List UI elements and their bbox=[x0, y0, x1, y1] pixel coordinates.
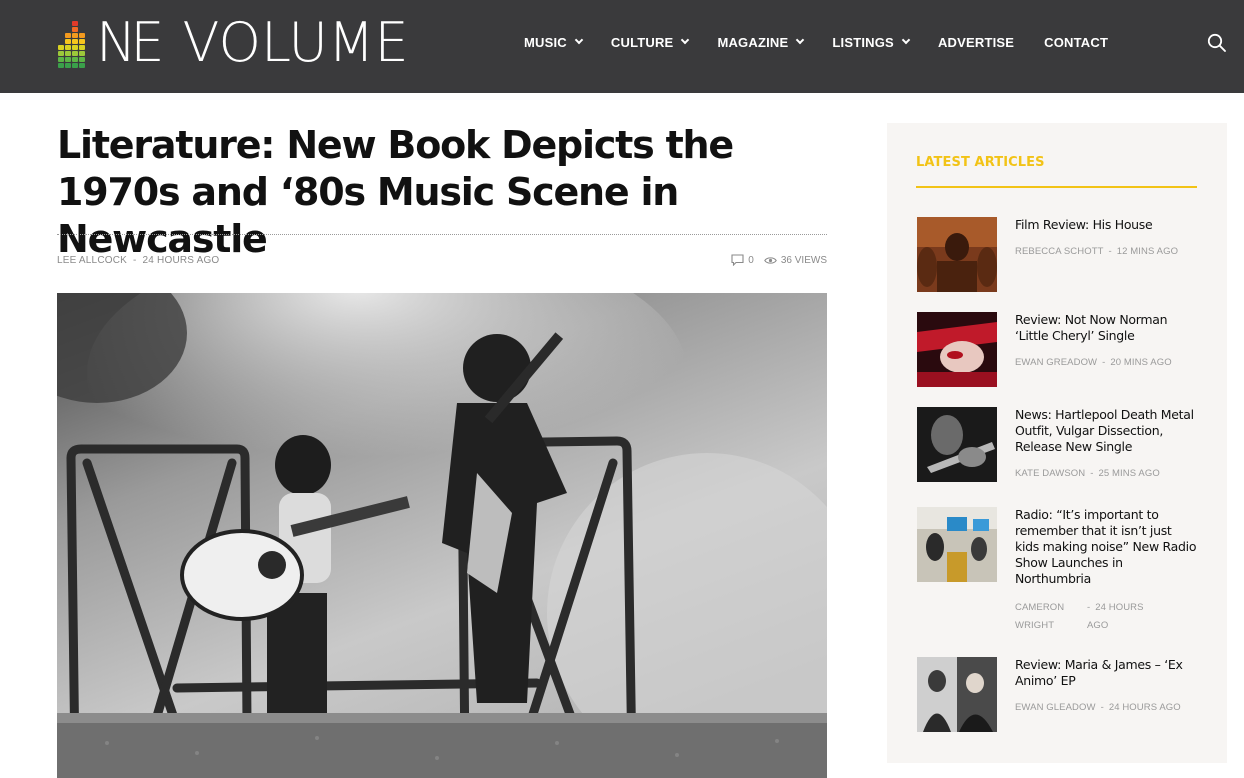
article-thumbnail[interactable] bbox=[917, 217, 997, 292]
meta-separator: - bbox=[1090, 468, 1094, 479]
search-icon[interactable] bbox=[1207, 33, 1227, 53]
article-thumbnail[interactable] bbox=[917, 407, 997, 482]
publish-date: 24 HOURS AGO bbox=[142, 255, 220, 266]
sidebar-article-time: 20 MINS AGO bbox=[1110, 357, 1172, 368]
nav-item-advertise[interactable]: ADVERTISE bbox=[938, 33, 1014, 51]
sidebar-article-title[interactable]: Review: Not Now Norman ‘Little Cheryl’ S… bbox=[1015, 312, 1199, 344]
article-title: Literature: New Book Depicts the 1970s a… bbox=[57, 123, 734, 261]
logo-volume-text: VOLUME bbox=[182, 11, 409, 74]
nav-item-label: ADVERTISE bbox=[937, 34, 1015, 50]
comment-icon[interactable] bbox=[731, 254, 744, 266]
latest-articles-heading: LATEST ARTICLES bbox=[916, 155, 1045, 170]
sidebar-article-title[interactable]: Review: Maria & James – ‘Ex Animo’ EP bbox=[1015, 657, 1199, 689]
sidebar-article-title[interactable]: Radio: “It’s important to remember that … bbox=[1015, 507, 1199, 587]
site-header: NE VOLUME MUSIC CULTURE MAGAZINE LISTING… bbox=[0, 0, 1244, 93]
title-divider bbox=[57, 234, 827, 235]
author-link[interactable]: LEE ALLCOCK bbox=[57, 255, 127, 266]
article-meta: LEE ALLCOCK - 24 HOURS AGO bbox=[57, 255, 219, 266]
nav-item-magazine[interactable]: MAGAZINE bbox=[717, 33, 805, 51]
sidebar-article-time: 24 HOURS AGO bbox=[1087, 602, 1144, 631]
sidebar-widget: LATEST ARTICLES Film Review: His House R… bbox=[887, 123, 1227, 763]
comment-count[interactable]: 0 bbox=[748, 255, 754, 266]
article-thumbnail[interactable] bbox=[917, 507, 997, 582]
heading-underline bbox=[916, 186, 1197, 188]
sidebar-article-title[interactable]: News: Hartlepool Death Metal Outfit, Vul… bbox=[1015, 407, 1199, 455]
nav-item-contact[interactable]: CONTACT bbox=[1044, 33, 1108, 51]
equalizer-icon bbox=[58, 17, 94, 69]
chevron-down-icon bbox=[901, 35, 911, 45]
nav-item-listings[interactable]: LISTINGS bbox=[832, 33, 911, 51]
nav-item-label: CULTURE bbox=[610, 34, 674, 50]
site-logo[interactable]: NE VOLUME bbox=[58, 14, 409, 72]
sidebar-article-meta: KATE DAWSON -25 MINS AGO bbox=[1015, 468, 1160, 479]
chevron-down-icon bbox=[796, 35, 805, 45]
sidebar-article-time: 25 MINS AGO bbox=[1098, 468, 1160, 479]
nav-item-label: MUSIC bbox=[524, 34, 567, 50]
sidebar-article-meta: EWAN GLEADOW -24 HOURS AGO bbox=[1015, 702, 1181, 713]
sidebar-article-author[interactable]: EWAN GLEADOW bbox=[1015, 702, 1096, 713]
meta-separator: - bbox=[1087, 602, 1091, 613]
meta-separator: - bbox=[1100, 702, 1104, 713]
nav-item-music[interactable]: MUSIC bbox=[524, 33, 584, 51]
logo-ne-text: NE bbox=[96, 11, 164, 74]
sidebar-article-author[interactable]: KATE DAWSON bbox=[1015, 468, 1085, 479]
article-thumbnail[interactable] bbox=[917, 312, 997, 387]
sidebar-article-meta: REBECCA SCHOTT -12 MINS AGO bbox=[1015, 246, 1178, 257]
meta-separator: - bbox=[1102, 357, 1106, 368]
chevron-down-icon bbox=[574, 35, 584, 45]
article-thumbnail[interactable] bbox=[917, 657, 997, 732]
nav-item-culture[interactable]: CULTURE bbox=[610, 33, 690, 51]
sidebar-article-author[interactable]: CAMERON WRIGHT bbox=[1015, 599, 1087, 635]
article-stats: 0 36 VIEWS bbox=[730, 254, 827, 266]
view-count: 36 VIEWS bbox=[780, 254, 827, 266]
sidebar-article-time: 12 MINS AGO bbox=[1116, 246, 1179, 257]
nav-item-label: LISTINGS bbox=[832, 34, 894, 50]
article-featured-image bbox=[57, 293, 827, 778]
main-nav: MUSIC CULTURE MAGAZINE LISTINGS ADVERTIS… bbox=[524, 33, 1108, 51]
sidebar-article-author[interactable]: REBECCA SCHOTT bbox=[1015, 246, 1104, 257]
eye-icon bbox=[764, 256, 777, 264]
chevron-down-icon bbox=[681, 35, 690, 45]
sidebar-article-time: 24 HOURS AGO bbox=[1108, 702, 1181, 713]
meta-separator: - bbox=[133, 255, 137, 266]
sidebar-article-author[interactable]: EWAN GREADOW bbox=[1015, 357, 1097, 368]
sidebar-article-meta: EWAN GREADOW -20 MINS AGO bbox=[1015, 357, 1172, 368]
sidebar-article-meta: CAMERON WRIGHT- 24 HOURS AGO bbox=[1015, 599, 1175, 635]
sidebar-article-time-wrap: -24 HOURS AGO bbox=[1087, 599, 1159, 635]
nav-item-label: CONTACT bbox=[1044, 34, 1109, 50]
band-photo-illustration bbox=[57, 293, 827, 778]
meta-separator: - bbox=[1108, 246, 1112, 257]
sidebar-article-title[interactable]: Film Review: His House bbox=[1015, 217, 1199, 233]
nav-item-label: MAGAZINE bbox=[717, 34, 789, 50]
